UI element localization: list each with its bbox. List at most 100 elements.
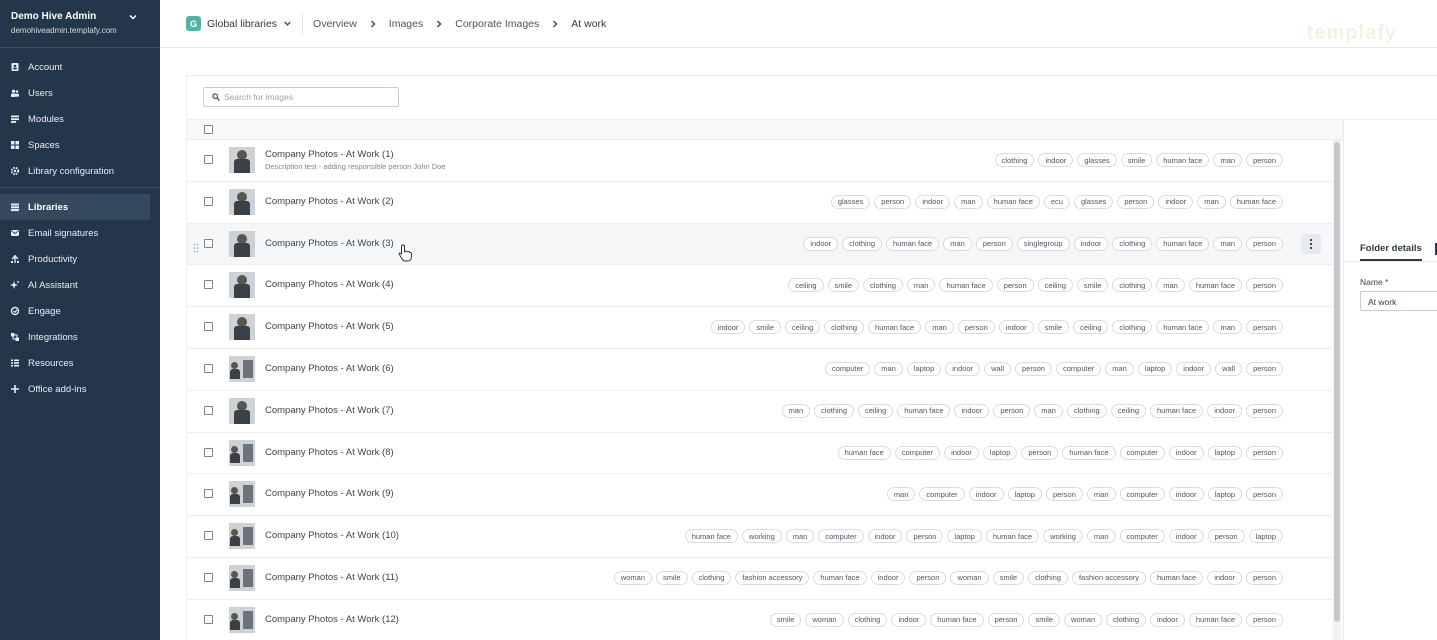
list-scrollbar[interactable] (1333, 140, 1341, 640)
tag-chip: person (987, 612, 1025, 627)
nav-group-admin: Account Users Modules Spaces Library configu… (0, 48, 160, 184)
breadcrumb-overview[interactable]: Overview (313, 18, 357, 30)
tag-chip: smile (656, 570, 688, 585)
image-name[interactable]: Company Photos - At Work (12) (265, 614, 399, 625)
tag-chip: clothing (1066, 403, 1107, 418)
resources-icon (10, 358, 20, 368)
table-row[interactable]: Company Photos - At Work (4) ceiling smile… (187, 265, 1337, 308)
sidebar-item-account[interactable]: Account (0, 54, 160, 80)
image-thumbnail[interactable] (229, 606, 255, 633)
search-icon (212, 93, 220, 101)
sidebar-item-engage[interactable]: Engage (0, 298, 160, 324)
tag-chip: woman (950, 570, 989, 585)
image-name[interactable]: Company Photos - At Work (6) (265, 363, 394, 374)
image-thumbnail[interactable] (229, 188, 255, 215)
row-checkbox[interactable] (204, 405, 213, 415)
image-name[interactable]: Company Photos - At Work (5) (265, 321, 394, 332)
tag-chip: ceiling (784, 320, 821, 335)
image-thumbnail[interactable] (229, 397, 255, 424)
chevron-down-icon[interactable] (283, 19, 292, 28)
tag-chip: person (1246, 320, 1283, 335)
row-checkbox[interactable] (204, 322, 213, 332)
row-checkbox[interactable] (204, 531, 213, 541)
tag-chip: computer (919, 487, 965, 502)
org-switcher[interactable]: Demo Hive Admin demohiveadmin.templafy.c… (0, 0, 160, 48)
sidebar-item-users[interactable]: Users (0, 80, 160, 106)
chevron-down-icon[interactable] (128, 12, 138, 22)
image-thumbnail[interactable] (229, 523, 255, 550)
image-name[interactable]: Company Photos - At Work (9) (265, 488, 394, 499)
table-row[interactable]: Company Photos - At Work (10) human face w… (187, 516, 1337, 558)
modules-icon (10, 114, 20, 124)
row-checkbox[interactable] (204, 447, 213, 457)
tag-chip: man (781, 403, 811, 418)
row-checkbox[interactable] (204, 280, 213, 290)
image-name[interactable]: Company Photos - At Work (8) (265, 447, 394, 458)
row-checkbox[interactable] (204, 196, 213, 206)
image-thumbnail[interactable] (229, 481, 255, 508)
image-thumbnail[interactable] (229, 230, 255, 257)
tag-chip: indoor (710, 320, 746, 335)
image-thumbnail[interactable] (229, 314, 255, 341)
image-name[interactable]: Company Photos - At Work (10) (265, 530, 399, 541)
row-checkbox[interactable] (204, 238, 213, 248)
image-name[interactable]: Company Photos - At Work (7) (265, 405, 394, 416)
tag-chip: man (1197, 194, 1226, 209)
image-thumbnail[interactable] (229, 439, 255, 466)
sidebar-item-spaces[interactable]: Spaces (0, 132, 160, 158)
row-checkbox[interactable] (204, 572, 213, 582)
table-row[interactable]: Company Photos - At Work (3) indoor clothi… (187, 223, 1337, 266)
row-checkbox[interactable] (204, 489, 213, 499)
table-row[interactable]: Company Photos - At Work (9) man computer i… (187, 474, 1337, 517)
folder-name-field[interactable]: At work (1360, 291, 1437, 311)
select-all-checkbox[interactable] (204, 125, 213, 134)
library-selector[interactable]: Global libraries (207, 18, 277, 30)
sidebar-item-office-add-ins[interactable]: Office add-ins (0, 376, 160, 402)
table-row[interactable]: Company Photos - At Work (7) man clothing c… (187, 391, 1337, 433)
details-panel: Folder details Name * At work (1343, 119, 1437, 640)
tag-list: man clothing ceiling human face indoor person… (781, 403, 1283, 418)
image-name[interactable]: Company Photos - At Work (3) (265, 238, 394, 249)
more-options-icon[interactable] (1301, 233, 1321, 254)
sidebar-item-library-configuration[interactable]: Library configuration (0, 158, 160, 184)
sidebar-item-modules[interactable]: Modules (0, 106, 160, 132)
table-row[interactable]: Company Photos - At Work (1) Description … (187, 140, 1337, 182)
tag-chip: fashion accessory (735, 570, 810, 585)
sidebar-item-integrations[interactable]: Integrations (0, 324, 160, 350)
table-row[interactable]: Company Photos - At Work (12) smile woman c… (187, 600, 1337, 640)
tag-chip: laptop (1207, 445, 1243, 460)
row-checkbox[interactable] (204, 363, 213, 373)
breadcrumb-corporate-images[interactable]: Corporate Images (455, 18, 539, 30)
breadcrumb-images[interactable]: Images (389, 18, 423, 30)
image-name[interactable]: Company Photos - At Work (2) (265, 196, 394, 207)
image-thumbnail[interactable] (229, 272, 255, 299)
table-row[interactable]: Company Photos - At Work (8) human face co… (187, 433, 1337, 475)
tag-chip: human face (1188, 612, 1243, 627)
tag-list: indoor smile ceiling clothing human face man p… (710, 320, 1283, 335)
search-input[interactable]: Search for images (203, 87, 399, 107)
tag-chip: clothing (1028, 570, 1068, 585)
table-row[interactable]: Company Photos - At Work (6) computer man l… (187, 349, 1337, 391)
image-thumbnail[interactable] (229, 147, 255, 173)
image-thumbnail[interactable] (229, 355, 255, 382)
drag-handle-icon[interactable] (193, 240, 199, 252)
table-row[interactable]: Company Photos - At Work (2) glasses perso… (187, 182, 1337, 224)
image-thumbnail[interactable] (229, 564, 255, 591)
tag-chip: laptop (1207, 487, 1243, 502)
tag-chip: ecu (1043, 194, 1070, 209)
tab-folder-details[interactable]: Folder details (1360, 243, 1422, 261)
table-row[interactable]: Company Photos - At Work (11) woman smile c… (187, 558, 1337, 600)
table-row[interactable]: Company Photos - At Work (5) indoor smile c… (187, 307, 1337, 349)
sidebar-item-resources[interactable]: Resources (0, 350, 160, 376)
sidebar-item-libraries[interactable]: Libraries (0, 194, 150, 220)
sidebar-item-email-signatures[interactable]: Email signatures (0, 220, 160, 246)
image-name[interactable]: Company Photos - At Work (4) (265, 279, 394, 290)
sidebar-item-ai-assistant[interactable]: AI Assistant (0, 272, 160, 298)
image-name[interactable]: Company Photos - At Work (1) (265, 149, 394, 160)
row-checkbox[interactable] (204, 614, 213, 624)
tag-chip: human face (1150, 403, 1204, 418)
sidebar-item-productivity[interactable]: Productivity (0, 246, 160, 272)
scrollbar-thumb[interactable] (1334, 142, 1340, 622)
image-name[interactable]: Company Photos - At Work (11) (265, 572, 398, 583)
row-checkbox[interactable] (204, 155, 213, 164)
